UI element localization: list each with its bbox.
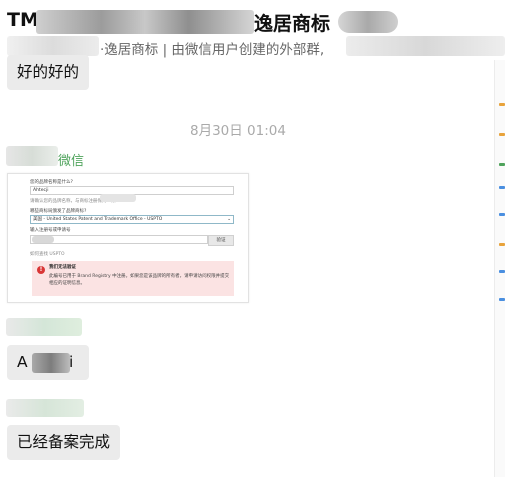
sender-name-redacted [6, 399, 84, 417]
chat-header: TM 逸居商标 ·逸居商标 | 由微信用户创建的外部群, [0, 0, 505, 60]
redacted-subtitle-right [346, 36, 505, 56]
chat-subtitle: ·逸居商标 | 由微信用户创建的外部群, [100, 42, 325, 58]
sender-avatar-name-redacted [6, 146, 58, 166]
arrow-icon [499, 163, 505, 166]
form-q2-select: 美国 - United States Patent and Trademark … [30, 215, 234, 224]
message-text: 已经备案完成 [17, 433, 111, 451]
redacted-subtitle-left [7, 36, 99, 56]
chat-title-prefix: TM [7, 9, 39, 31]
message-bubble[interactable]: 已经备案完成 [7, 425, 121, 460]
chevron-down-icon: ⌄ [227, 217, 231, 222]
form-q3-input [30, 235, 208, 244]
sender-wechat-tag: 微信 [58, 154, 85, 169]
arrow-icon [499, 213, 505, 216]
error-body-2: 相应的证明信息。 [49, 281, 85, 286]
side-panel-edge [494, 60, 505, 477]
arrow-icon [499, 186, 505, 189]
form-q3-label: 输入注册号或申请号 [30, 228, 71, 233]
verify-button: 验证 [208, 235, 234, 246]
message-text-start: A [17, 353, 28, 371]
arrow-icon [499, 270, 505, 273]
redacted-title-tail [338, 11, 398, 33]
form-q1-label: 您的品牌名称是什么? [30, 180, 73, 185]
redacted-reg-number [32, 236, 54, 243]
arrow-icon [499, 243, 505, 246]
form-q3-hint: 如何查找 USPTO [30, 252, 65, 257]
message-bubble[interactable]: 好的好的 [7, 55, 90, 90]
message-bubble[interactable]: A i [7, 345, 89, 380]
error-icon: ! [37, 266, 45, 274]
error-body: 此编号已用于 Brand Registry 中注册。如果您是该品牌的所有者，请申… [49, 274, 230, 279]
sender-name-redacted [6, 318, 82, 336]
redacted-message-text [32, 353, 70, 373]
shared-image[interactable]: 您的品牌名称是什么? Ahtecji 请确认您的品牌名称，与商标注册保持一致 哪… [7, 173, 249, 303]
redacted-hint [100, 194, 136, 202]
error-title: 我们无法验证 [49, 265, 76, 270]
chat-title-suffix: 逸居商标 [254, 13, 331, 35]
redacted-title [36, 10, 254, 34]
arrow-icon [499, 103, 505, 106]
arrow-icon [499, 133, 505, 136]
arrow-icon [499, 298, 505, 301]
form-q2-label: 哪些商标局颁发了品牌商标? [30, 209, 87, 214]
message-timestamp: 8月30日 01:04 [190, 123, 286, 139]
message-text: 好的好的 [17, 63, 80, 81]
error-box: ! 我们无法验证 此编号已用于 Brand Registry 中注册。如果您是该… [32, 261, 234, 296]
